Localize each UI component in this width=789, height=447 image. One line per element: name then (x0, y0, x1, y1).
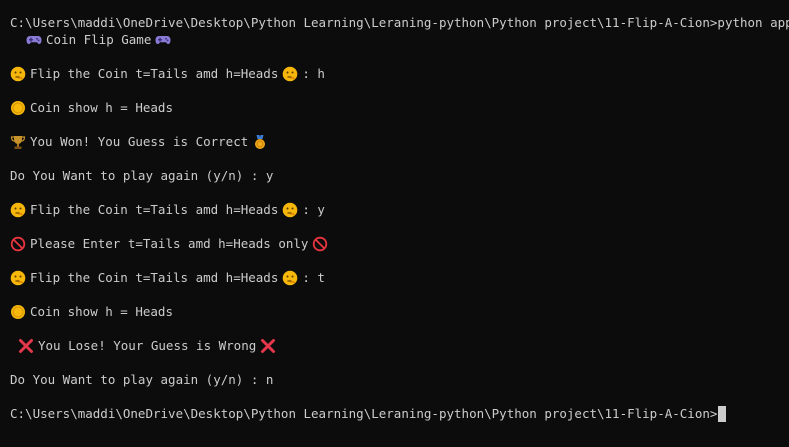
win-line: You Won! You Guess is Correct (10, 133, 272, 150)
cross-mark-icon (261, 338, 276, 353)
user-input: y (265, 168, 274, 183)
user-input: y (317, 202, 325, 217)
trophy-icon (10, 135, 26, 149)
thinking-face-icon (283, 202, 298, 217)
win-text: You Won! You Guess is Correct (30, 134, 249, 149)
thinking-face-icon (10, 270, 26, 285)
play-again-line: Do You Want to play again (y/n) : y (10, 167, 273, 184)
thinking-face-icon (283, 270, 298, 285)
thinking-face-icon (10, 66, 26, 81)
command-text: python app.py (717, 15, 789, 30)
coin-result-line: Coin show h = Heads (10, 303, 173, 320)
medal-icon (255, 134, 266, 149)
flip-prompt-text: Flip the Coin t=Tails amd h=Heads (30, 270, 279, 285)
command-line: C:\Users\maddi\OneDrive\Desktop\Python L… (10, 14, 789, 31)
no-entry-icon (10, 236, 26, 251)
play-again-line: Do You Want to play again (y/n) : n (10, 371, 273, 388)
flip-prompt-line: Flip the Coin t=Tails amd h=Heads : y (10, 201, 325, 218)
play-again-text: Do You Want to play again (y/n) : (10, 372, 266, 387)
flip-prompt-text: Flip the Coin t=Tails amd h=Heads (30, 66, 279, 81)
text-cursor (718, 405, 727, 422)
lose-line: You Lose! Your Guess is Wrong (18, 337, 280, 354)
prompt-separator: : (302, 270, 318, 285)
user-input: n (265, 372, 274, 387)
final-prompt-line[interactable]: C:\Users\maddi\OneDrive\Desktop\Python L… (10, 405, 727, 422)
prompt-separator: : (302, 66, 318, 81)
coin-result-text: Coin show h = Heads (30, 304, 173, 319)
cross-mark-icon (19, 338, 33, 353)
coin-icon (11, 100, 25, 115)
play-again-text: Do You Want to play again (y/n) : (10, 168, 266, 183)
prompt-path: C:\Users\maddi\OneDrive\Desktop\Python L… (10, 406, 718, 421)
flip-prompt-line: Flip the Coin t=Tails amd h=Heads : h (10, 65, 325, 82)
user-input: h (317, 66, 325, 81)
no-entry-icon (313, 236, 328, 251)
gamepad-icon (155, 35, 171, 44)
game-title-line: Coin Flip Game (26, 31, 175, 48)
game-title: Coin Flip Game (46, 32, 152, 47)
flip-prompt-line: Flip the Coin t=Tails amd h=Heads : t (10, 269, 325, 286)
terminal-window[interactable]: C:\Users\maddi\OneDrive\Desktop\Python L… (0, 0, 789, 447)
coin-icon (11, 304, 25, 319)
gamepad-icon (26, 35, 42, 44)
prompt-path: C:\Users\maddi\OneDrive\Desktop\Python L… (10, 15, 718, 30)
thinking-face-icon (283, 66, 298, 81)
thinking-face-icon (10, 202, 26, 217)
invalid-input-text: Please Enter t=Tails amd h=Heads only (30, 236, 309, 251)
lose-text: You Lose! Your Guess is Wrong (38, 338, 257, 353)
coin-result-line: Coin show h = Heads (10, 99, 173, 116)
user-input: t (317, 270, 325, 285)
invalid-input-line: Please Enter t=Tails amd h=Heads only (10, 235, 332, 252)
prompt-separator: : (302, 202, 318, 217)
coin-result-text: Coin show h = Heads (30, 100, 173, 115)
flip-prompt-text: Flip the Coin t=Tails amd h=Heads (30, 202, 279, 217)
